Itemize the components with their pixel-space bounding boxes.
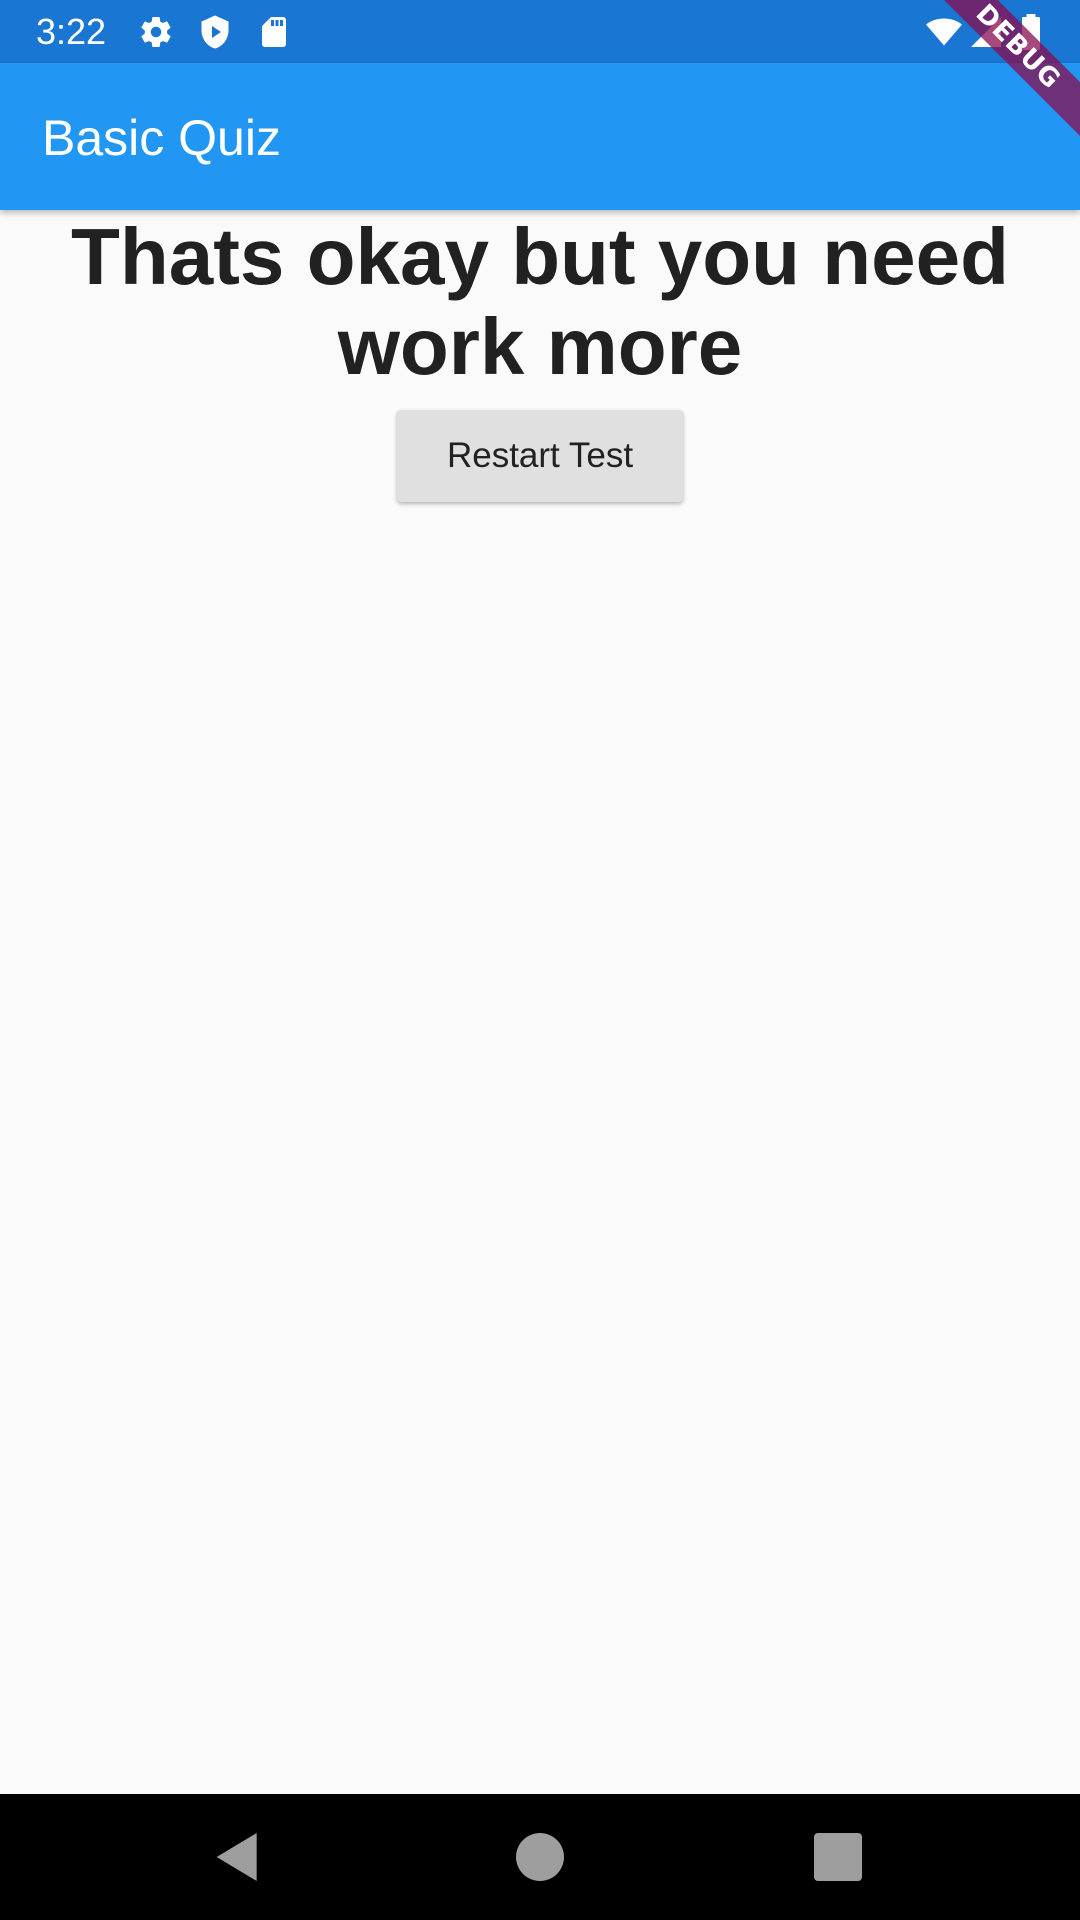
play-shield-icon (197, 14, 233, 50)
app-bar: Basic Quiz (0, 63, 1080, 210)
status-bar: 3:22 (0, 0, 1080, 63)
app-title: Basic Quiz (42, 110, 281, 166)
restart-test-button[interactable]: Restart Test (397, 410, 683, 502)
status-time: 3:22 (36, 11, 107, 52)
sd-card-icon (256, 14, 292, 50)
nav-bar (0, 1794, 1080, 1920)
recents-icon[interactable] (806, 1825, 870, 1889)
app-screen: 3:22 Basic Quiz DEBUG Thats okay but you… (0, 0, 1080, 1920)
wifi-icon (924, 14, 964, 50)
result-message: Thats okay but you need work more (71, 212, 1009, 391)
back-icon[interactable] (206, 1825, 270, 1889)
home-icon[interactable] (508, 1825, 572, 1889)
gear-icon (138, 14, 174, 50)
